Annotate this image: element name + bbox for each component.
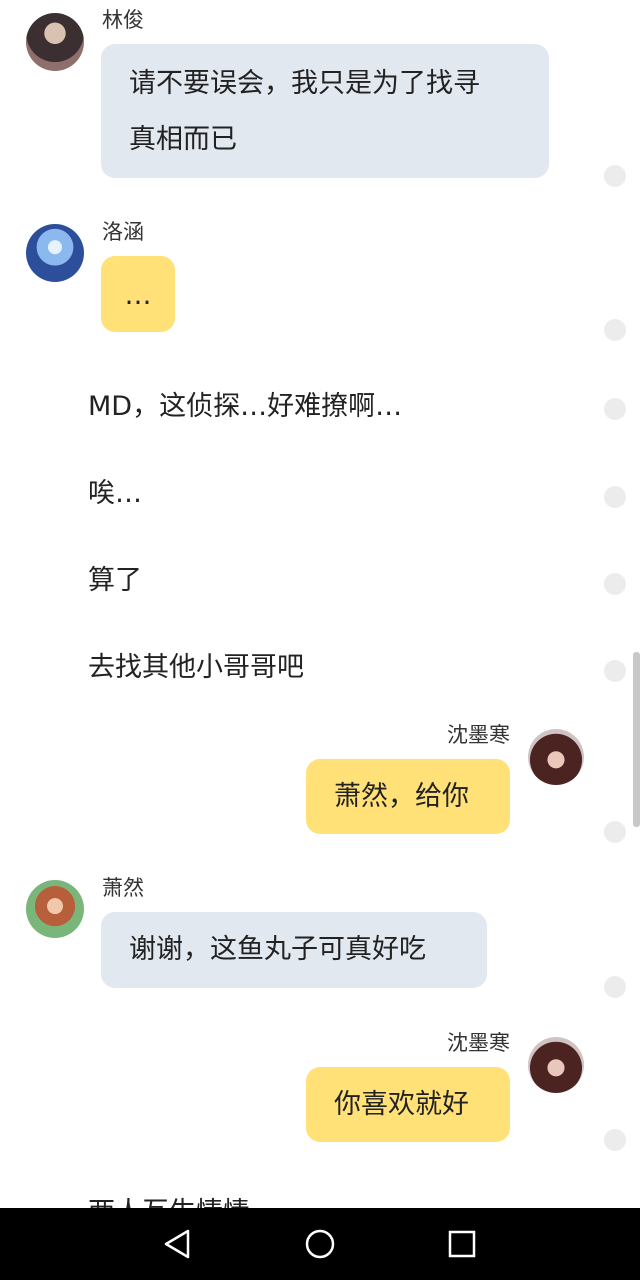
avatar-shenmohan[interactable] xyxy=(528,1037,584,1093)
narration-text: 唉… xyxy=(88,478,142,509)
scrollbar[interactable] xyxy=(633,652,640,827)
message-option-dot[interactable] xyxy=(604,1129,626,1151)
narration-text: 去找其他小哥哥吧 xyxy=(88,652,304,683)
sender-name: 沈墨寒 xyxy=(447,1031,510,1055)
home-button[interactable] xyxy=(302,1226,338,1262)
message-option-dot[interactable] xyxy=(604,821,626,843)
message-option-dot[interactable] xyxy=(604,660,626,682)
sender-name: 沈墨寒 xyxy=(447,723,510,747)
avatar-linjun[interactable] xyxy=(26,13,84,71)
narration-text: MD，这侦探…好难撩啊… xyxy=(88,391,403,422)
chat-scroll-area[interactable]: 林俊 请不要误会，我只是为了找寻 真相而已 洛涵 … MD，这侦探…好难撩啊… … xyxy=(0,0,640,1208)
sender-name: 洛涵 xyxy=(102,220,144,244)
message-option-dot[interactable] xyxy=(604,165,626,187)
message-text: … xyxy=(124,280,152,311)
message-bubble[interactable]: … xyxy=(101,256,175,332)
back-button[interactable] xyxy=(160,1226,196,1262)
message-option-dot[interactable] xyxy=(604,398,626,420)
message-bubble[interactable]: 萧然，给你 xyxy=(306,759,510,834)
message-option-dot[interactable] xyxy=(604,319,626,341)
back-icon xyxy=(164,1229,190,1259)
message-text-line: 请不要误会，我只是为了找寻 xyxy=(129,68,480,99)
avatar-xiaoran[interactable] xyxy=(26,880,84,938)
message-text: 你喜欢就好 xyxy=(334,1089,469,1120)
message-bubble[interactable]: 你喜欢就好 xyxy=(306,1067,510,1142)
message-text: 萧然，给你 xyxy=(334,781,469,812)
sender-name: 萧然 xyxy=(102,876,144,900)
message-option-dot[interactable] xyxy=(604,976,626,998)
message-bubble[interactable]: 请不要误会，我只是为了找寻 真相而已 xyxy=(101,44,549,178)
sender-name: 林俊 xyxy=(102,8,144,32)
message-bubble[interactable]: 谢谢，这鱼丸子可真好吃 xyxy=(101,912,487,988)
avatar-luohan[interactable] xyxy=(26,224,84,282)
message-text-line: 真相而已 xyxy=(129,124,237,155)
recents-icon xyxy=(448,1230,476,1258)
home-icon xyxy=(305,1229,335,1259)
message-option-dot[interactable] xyxy=(604,573,626,595)
recents-button[interactable] xyxy=(444,1226,480,1262)
message-option-dot[interactable] xyxy=(604,486,626,508)
narration-text: 两人互生情愫 xyxy=(88,1190,250,1208)
message-text: 谢谢，这鱼丸子可真好吃 xyxy=(129,934,426,965)
narration-text: 算了 xyxy=(88,565,142,596)
navigation-bar xyxy=(0,1208,640,1280)
avatar-shenmohan[interactable] xyxy=(528,729,584,785)
